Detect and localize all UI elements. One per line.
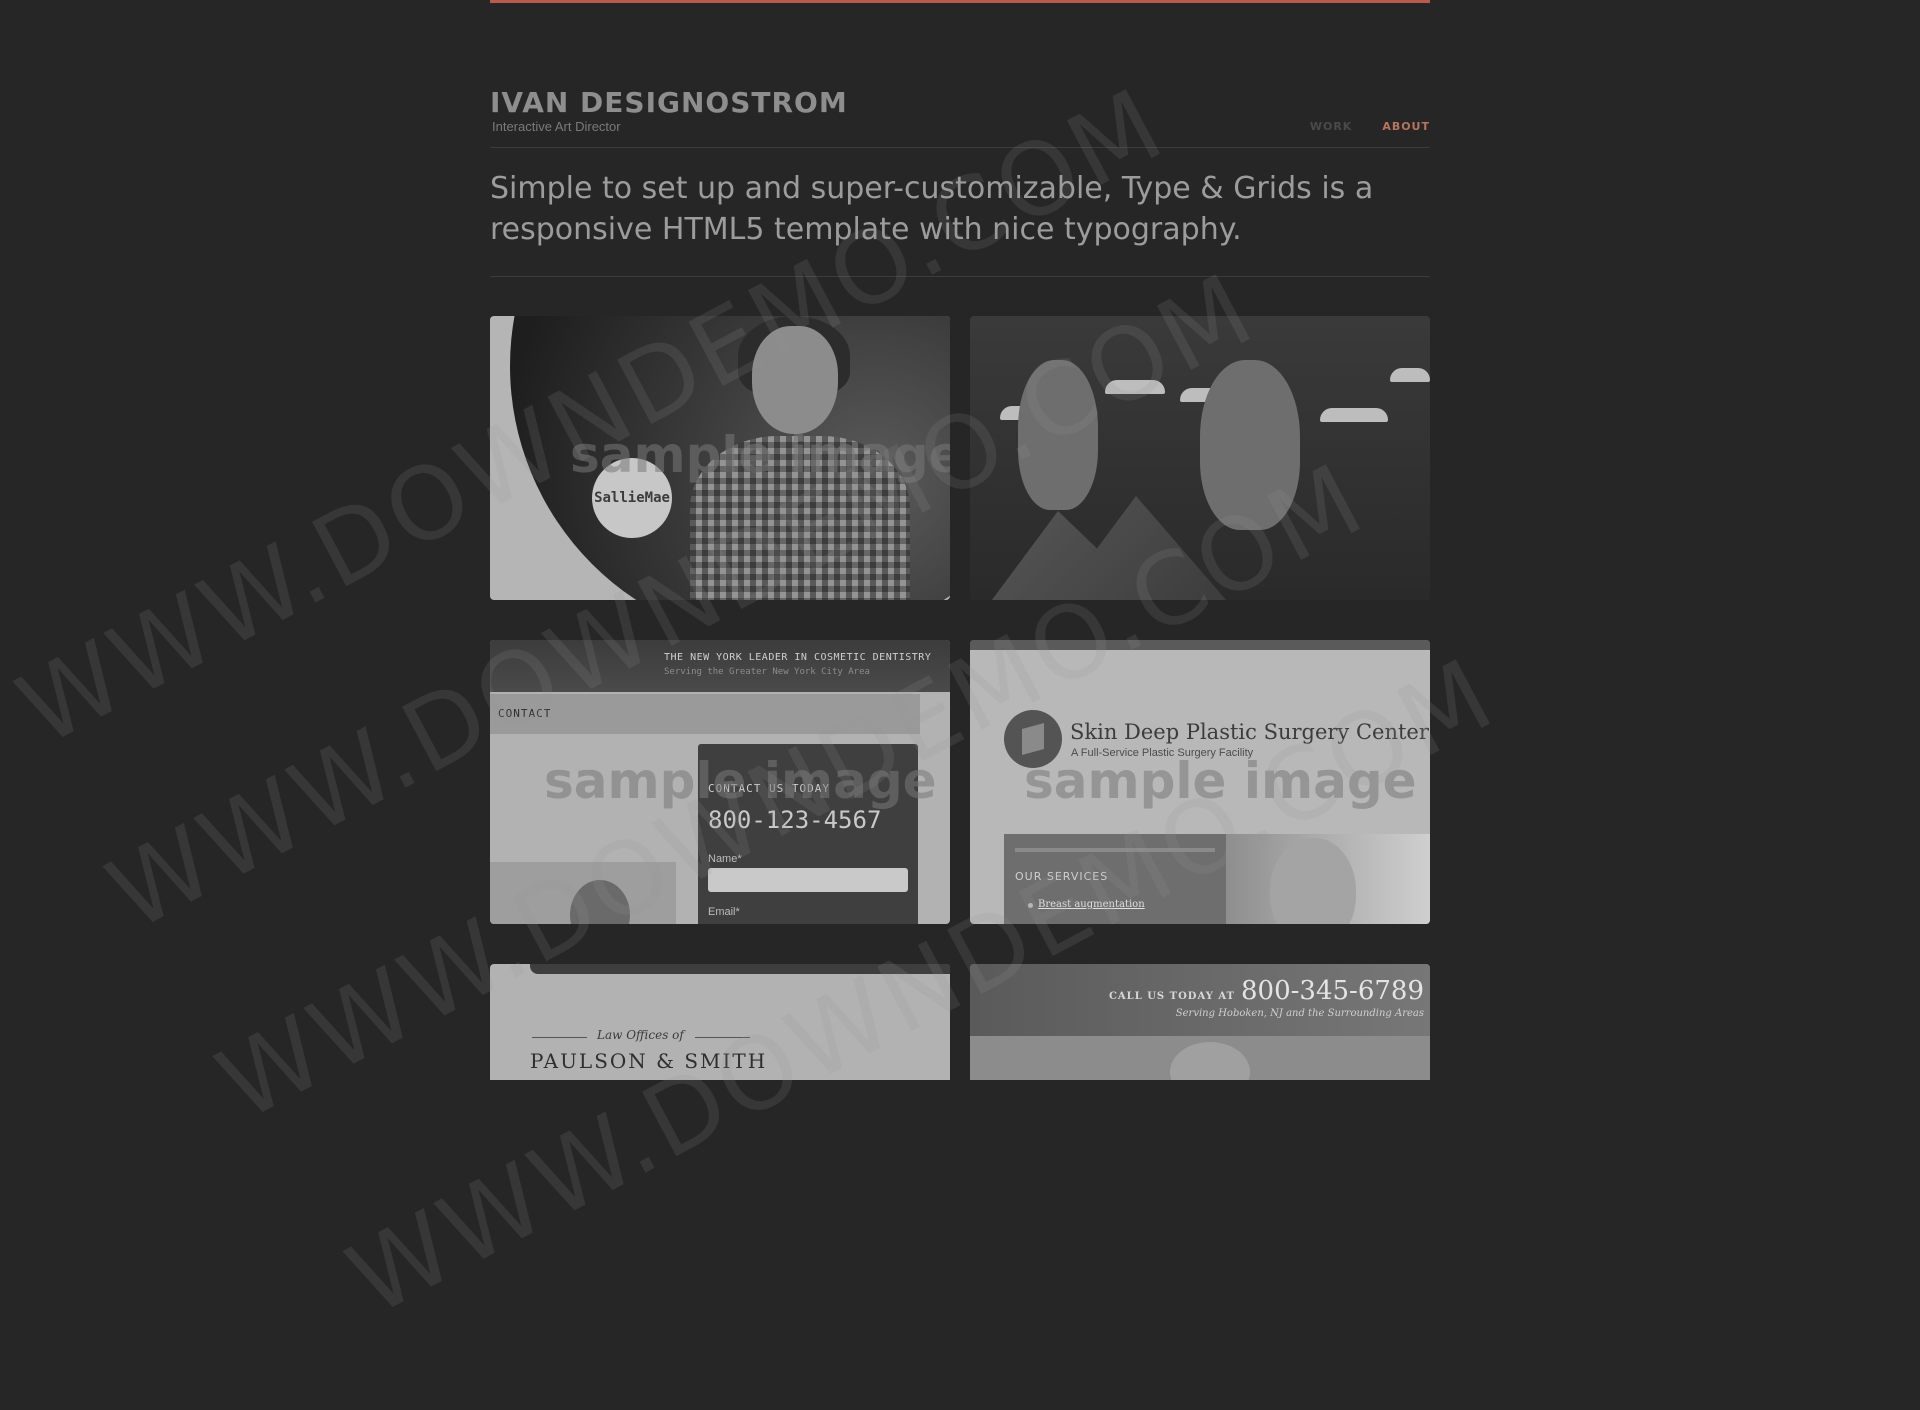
email-field-label: Email*: [708, 906, 740, 918]
service-link: Breast augmentation: [1038, 899, 1145, 910]
character-left: [1018, 360, 1098, 510]
site-nav-contact: CONTACT: [498, 707, 552, 720]
service-area: Serving Hoboken, NJ and the Surrounding …: [1175, 1008, 1424, 1019]
character-right: [1200, 360, 1300, 530]
call-us-phone: 800-345-6789: [1241, 976, 1424, 1006]
cloud-shape: [1105, 380, 1165, 394]
site-subline: Serving the Greater New York City Area: [664, 667, 870, 677]
portfolio-item-plastic-surgery[interactable]: Skin Deep Plastic Surgery Center A Full-…: [970, 640, 1430, 924]
call-us-label: CALL US TODAY AT: [1108, 991, 1235, 1002]
cloud-shape: [1390, 368, 1430, 382]
clinic-subtitle: A Full-Service Plastic Surgery Facility: [1071, 747, 1254, 759]
cloud-shape: [1320, 408, 1388, 422]
mountain-shape: [980, 496, 1240, 600]
portfolio-item-dentistry[interactable]: THE NEW YORK LEADER IN COSMETIC DENTISTR…: [490, 640, 950, 924]
site-header-bar: [490, 640, 950, 692]
portfolio-item-hoboken[interactable]: CALL US TODAY AT 800-345-6789 Serving Ho…: [970, 964, 1430, 1080]
name-field: [708, 868, 908, 892]
header-divider: [490, 147, 1430, 148]
contact-form-title: CONTACT US TODAY: [708, 782, 830, 795]
nav-about[interactable]: ABOUT: [1382, 120, 1430, 133]
ornament-line-right: [695, 1037, 750, 1038]
intro-divider: [490, 276, 1430, 277]
portfolio-item-illustration[interactable]: [970, 316, 1430, 600]
salliemae-logo: SallieMae: [592, 458, 672, 538]
site-top-bar: [970, 640, 1430, 650]
site-headline: THE NEW YORK LEADER IN COSMETIC DENTISTR…: [664, 652, 932, 663]
firm-kicker: Law Offices of: [597, 1028, 684, 1042]
services-title: OUR SERVICES: [1015, 870, 1109, 883]
services-divider: [1015, 848, 1215, 852]
portfolio-item-salliemae[interactable]: SallieMae sample image: [490, 316, 950, 600]
photo-subject-face: [752, 326, 838, 434]
ornament-line-left: [532, 1037, 587, 1038]
main-nav: WORK ABOUT: [1310, 120, 1430, 133]
site-tagline: Interactive Art Director: [492, 119, 621, 134]
portfolio-item-law-office[interactable]: Law Offices of PAULSON & SMITH: [490, 964, 950, 1080]
site-top-bar: [530, 964, 950, 974]
name-field-label: Name*: [708, 853, 742, 865]
photo-face: [1170, 1042, 1250, 1080]
photo-subject-shirt: [690, 436, 910, 600]
firm-name: PAULSON & SMITH: [530, 1049, 768, 1073]
nav-work[interactable]: WORK: [1310, 120, 1352, 133]
bullet-icon: [1028, 903, 1033, 908]
site-nav-strip: [490, 694, 920, 734]
intro-text: Simple to set up and super-customizable,…: [490, 171, 1374, 247]
call-us-block: CALL US TODAY AT 800-345-6789: [1109, 976, 1424, 1006]
clinic-title: Skin Deep Plastic Surgery Center: [1070, 720, 1429, 744]
sample-image-label: sample image: [1024, 752, 1417, 810]
accent-top-bar: [490, 0, 1430, 3]
contact-form-panel: [698, 744, 918, 924]
contact-phone: 800-123-4567: [708, 806, 882, 834]
site-title[interactable]: IVAN DESIGNOSTROM: [490, 86, 848, 119]
logo-text: SallieMae: [594, 490, 670, 506]
